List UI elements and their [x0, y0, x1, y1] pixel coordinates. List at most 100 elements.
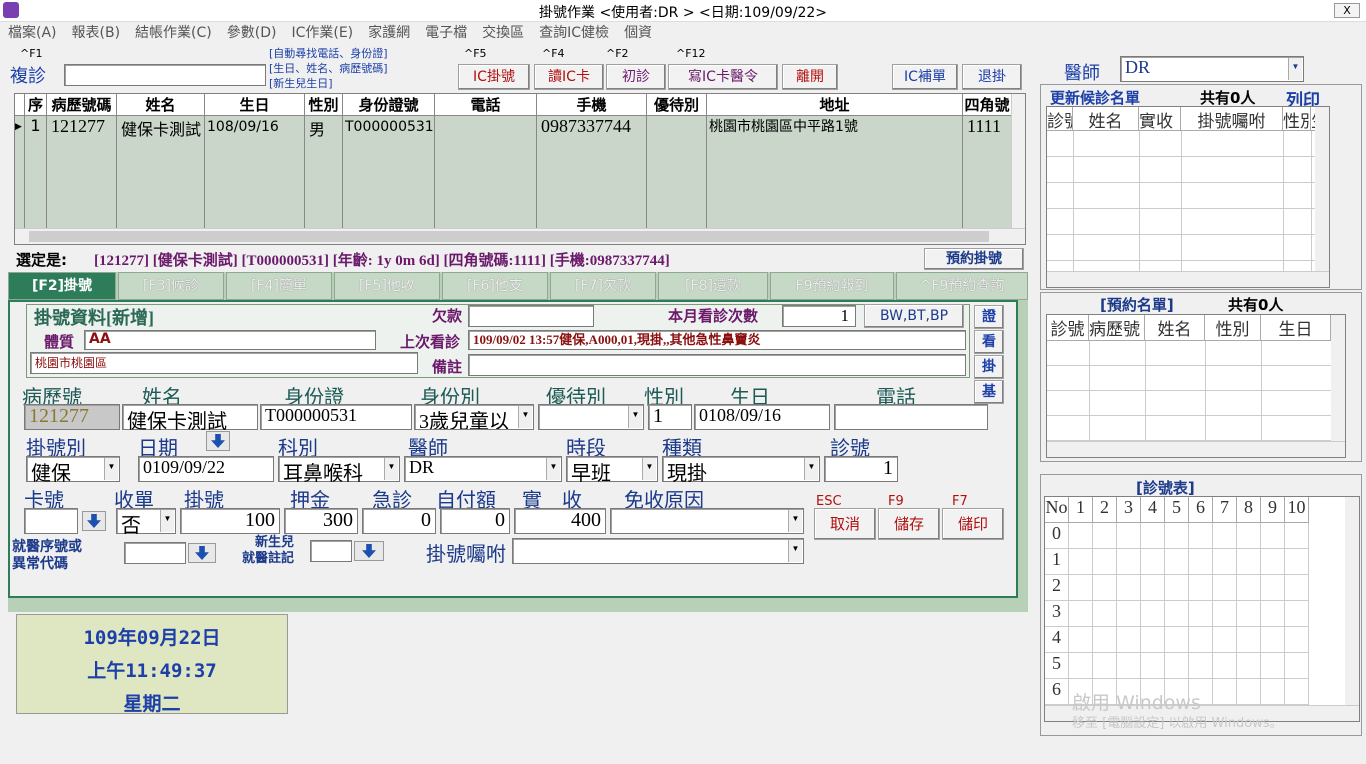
clinic-cell[interactable] [1285, 523, 1309, 549]
card-no-input[interactable] [24, 508, 78, 534]
tab-waiting[interactable]: [F3]候診 [118, 272, 224, 300]
ic-register-button[interactable]: IC掛號 [458, 64, 530, 90]
clinic-cell[interactable] [1165, 601, 1189, 627]
gender-input[interactable]: 1 [648, 404, 692, 430]
clinic-cell[interactable] [1117, 575, 1141, 601]
clinic-cell[interactable] [1261, 575, 1285, 601]
clinic-no-input[interactable]: 1 [824, 456, 898, 482]
clinic-vscroll[interactable] [1345, 497, 1359, 705]
clinic-cell[interactable] [1213, 601, 1237, 627]
tab-debt[interactable]: [F7]欠款 [550, 272, 656, 300]
clinic-cell[interactable] [1189, 523, 1213, 549]
cancel-button[interactable]: 取消 [814, 508, 876, 540]
clinic-cell[interactable] [1261, 679, 1285, 705]
clinic-cell[interactable] [1189, 575, 1213, 601]
clinic-cell[interactable] [1069, 601, 1093, 627]
chart-no-input[interactable]: 121277 [24, 404, 120, 430]
clinic-cell[interactable] [1165, 523, 1189, 549]
discount-select[interactable]: ▼ [538, 404, 644, 430]
reg-type-select[interactable]: 健保 ▼ [26, 456, 120, 485]
menu-ic-check[interactable]: 查詢IC健檢 [539, 22, 609, 44]
clinic-cell[interactable] [1213, 679, 1237, 705]
chevron-down-icon[interactable]: ▼ [546, 458, 560, 480]
clinic-cell[interactable] [1285, 549, 1309, 575]
clinic-cell[interactable] [1165, 627, 1189, 653]
waiting-title[interactable]: 更新候診名單 [1050, 87, 1140, 108]
doctor-filter-select[interactable]: DR ▼ [1120, 56, 1304, 82]
seq-input[interactable] [124, 542, 186, 564]
appt-vscroll[interactable] [1331, 315, 1345, 441]
clinic-cell[interactable] [1069, 575, 1093, 601]
chevron-down-icon[interactable]: ▼ [628, 406, 642, 428]
name-input[interactable]: 健保卡測試 [122, 404, 258, 433]
clinic-cell[interactable] [1213, 549, 1237, 575]
table-hscroll[interactable] [15, 228, 1025, 244]
kind-select[interactable]: 現掛 ▼ [662, 456, 820, 485]
clinic-cell[interactable] [1189, 653, 1213, 679]
appt-hscroll[interactable] [1047, 441, 1345, 457]
clinic-cell[interactable] [1117, 523, 1141, 549]
menu-file[interactable]: 檔案(A) [8, 22, 57, 44]
chevron-down-icon[interactable]: ▼ [160, 510, 174, 532]
month-visits-input[interactable]: 1 [782, 305, 856, 327]
clinic-cell[interactable] [1237, 601, 1261, 627]
clinic-cell[interactable] [1237, 653, 1261, 679]
tab-simple[interactable]: [F4]簡單 [226, 272, 332, 300]
doctor-select[interactable]: DR ▼ [404, 456, 562, 482]
clinic-cell[interactable] [1069, 627, 1093, 653]
last-visit-input[interactable]: 109/09/02 13:57健保,A000,01,現掛,,其他急性鼻竇炎 [468, 330, 966, 350]
clinic-cell[interactable] [1165, 575, 1189, 601]
id-card-button[interactable]: 證 [974, 305, 1004, 329]
clinic-cell[interactable] [1261, 653, 1285, 679]
clinic-cell[interactable] [1093, 601, 1117, 627]
chevron-down-icon[interactable]: ▼ [1288, 58, 1302, 80]
menu-billing[interactable]: 結帳作業(C) [135, 22, 212, 44]
remark-input[interactable] [468, 354, 966, 376]
clinic-cell[interactable] [1117, 653, 1141, 679]
card-read-button[interactable] [82, 511, 106, 531]
clinic-cell[interactable] [1261, 549, 1285, 575]
menu-home-care[interactable]: 家護網 [368, 22, 410, 44]
clinic-cell[interactable] [1237, 523, 1261, 549]
write-ic-order-button[interactable]: 寫IC卡醫令 [668, 64, 778, 90]
waive-select[interactable]: ▼ [610, 508, 804, 534]
clinic-cell[interactable] [1117, 549, 1141, 575]
basic-button[interactable]: 基 [974, 380, 1004, 404]
clinic-cell[interactable] [1285, 653, 1309, 679]
receipt-select[interactable]: 否 ▼ [116, 508, 176, 537]
save-button[interactable]: 儲存 [878, 508, 940, 540]
copay-input[interactable]: 0 [440, 508, 510, 534]
clinic-cell[interactable] [1237, 679, 1261, 705]
clinic-cell[interactable] [1285, 575, 1309, 601]
tab-other-income[interactable]: [F5]他收 [334, 272, 440, 300]
actual-input[interactable]: 400 [514, 508, 606, 534]
bw-button[interactable]: BW,BT,BP [864, 304, 964, 328]
chevron-down-icon[interactable]: ▼ [384, 458, 398, 480]
tab-appt-query[interactable]: ^F9預約查詢 [896, 272, 1028, 300]
clinic-cell[interactable] [1285, 601, 1309, 627]
clinic-cell[interactable] [1285, 627, 1309, 653]
clinic-cell[interactable] [1285, 679, 1309, 705]
date-picker-button[interactable] [206, 431, 230, 451]
clinic-cell[interactable] [1261, 523, 1285, 549]
seq-button[interactable] [188, 543, 216, 563]
revisit-input[interactable] [64, 64, 266, 86]
clinic-cell[interactable] [1069, 523, 1093, 549]
clinic-cell[interactable] [1261, 627, 1285, 653]
newborn-input[interactable] [310, 540, 352, 562]
clinic-cell[interactable] [1141, 627, 1165, 653]
menu-efile[interactable]: 電子檔 [425, 22, 467, 44]
table-row[interactable]: ▶ 1 121277 健保卡測試 108/09/16 男 T000000531 … [15, 116, 1011, 228]
clinic-cell[interactable] [1117, 601, 1141, 627]
tab-repay[interactable]: [F8]還款 [658, 272, 768, 300]
address-input[interactable]: 桃園市桃園區 [30, 352, 418, 374]
menu-ic[interactable]: IC作業(E) [291, 22, 353, 44]
clinic-cell[interactable] [1117, 627, 1141, 653]
first-visit-button[interactable]: 初診 [606, 64, 666, 90]
note-select[interactable]: ▼ [512, 538, 804, 564]
clinic-cell[interactable] [1165, 653, 1189, 679]
appt-grid[interactable]: 診號 病歷號 姓名 性別 生日 [1046, 314, 1346, 458]
clinic-cell[interactable] [1093, 549, 1117, 575]
department-select[interactable]: 耳鼻喉科 ▼ [278, 456, 400, 485]
clinic-cell[interactable] [1237, 549, 1261, 575]
